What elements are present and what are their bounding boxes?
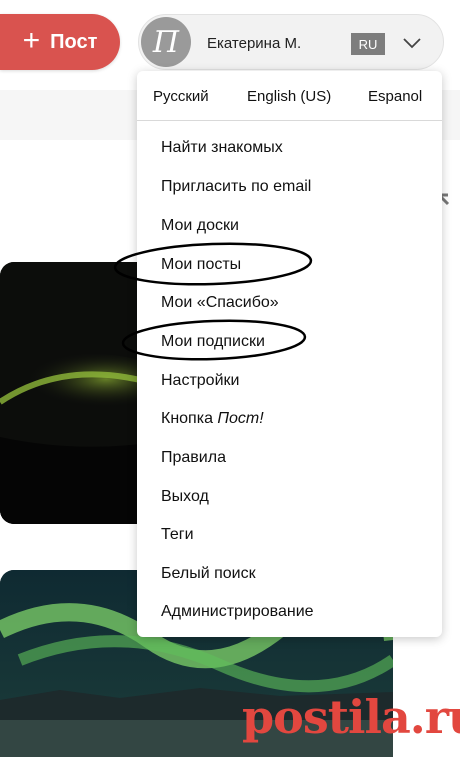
annotation-ellipse-my-subscriptions (121, 319, 307, 361)
watermark: postila.ru (242, 690, 460, 744)
avatar: П (141, 17, 191, 67)
menu-item-invite-email[interactable]: Пригласить по email (161, 178, 311, 196)
language-badge[interactable]: RU (351, 33, 385, 55)
menu-item-white-search[interactable]: Белый поиск (161, 565, 256, 583)
lang-option-russian[interactable]: Русский (153, 88, 209, 105)
menu-item-administration[interactable]: Администрирование (161, 603, 314, 621)
feed-image-aurora-dark[interactable] (0, 262, 140, 524)
lang-option-english[interactable]: English (US) (247, 88, 331, 105)
menu-item-post-button[interactable]: Кнопка Пост! (161, 410, 264, 428)
menu-item-my-thanks[interactable]: Мои «Спасибо» (161, 294, 279, 312)
lang-option-spanish[interactable]: Espanol (368, 88, 422, 105)
chevron-down-icon[interactable] (403, 37, 421, 49)
menu-item-tags[interactable]: Теги (161, 526, 194, 544)
menu-item-settings[interactable]: Настройки (161, 372, 239, 390)
menu-item-post-button-label: Кнопка (161, 410, 213, 427)
menu-item-logout[interactable]: Выход (161, 488, 209, 506)
language-switcher: Русский English (US) Espanol (137, 71, 442, 121)
annotation-ellipse-my-posts (113, 242, 313, 286)
post-button-label: Пост (50, 30, 98, 53)
user-name: Екатерина М. (207, 35, 302, 52)
user-menu-toggle[interactable]: П Екатерина М. RU (138, 14, 444, 70)
menu-item-rules[interactable]: Правила (161, 449, 226, 467)
plus-icon: + (22, 23, 41, 57)
menu-item-find-friends[interactable]: Найти знакомых (161, 139, 283, 157)
menu-item-post-button-suffix: Пост! (217, 410, 264, 427)
post-button[interactable]: + Пост (0, 14, 120, 70)
menu-item-my-boards[interactable]: Мои доски (161, 217, 239, 235)
aurora-image-1 (0, 262, 140, 524)
